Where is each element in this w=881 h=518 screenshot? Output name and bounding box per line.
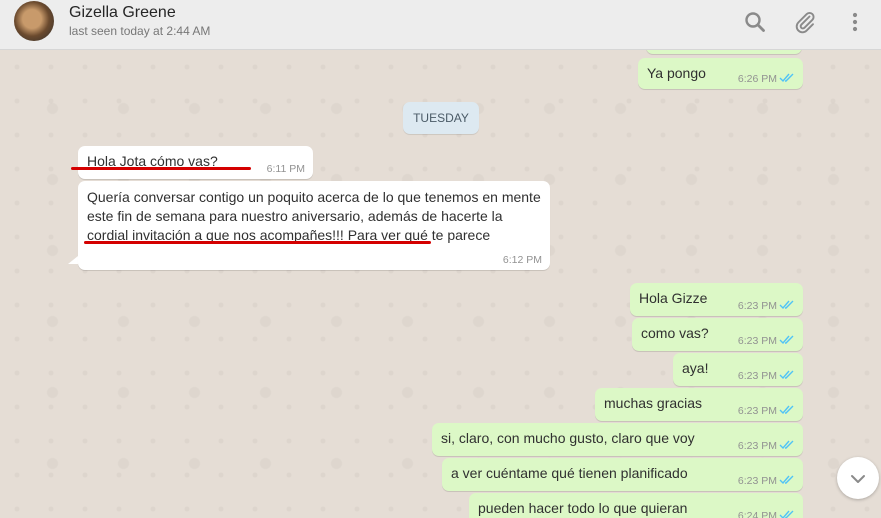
chevron-down-icon — [851, 475, 865, 483]
contact-name[interactable]: Gizella Greene — [69, 4, 176, 22]
message-text: pueden hacer todo lo que quieran — [478, 500, 688, 516]
read-ticks-icon — [779, 73, 794, 83]
message-bubble-incoming[interactable]: Hola Jota cómo vas? 6:11 PM — [78, 146, 313, 179]
chat-header: Gizella Greene last seen today at 2:44 A… — [0, 0, 881, 50]
message-time: 6:12 PM — [502, 254, 542, 266]
message-text: a ver cuéntame qué tienen planificado — [451, 465, 688, 481]
message-bubble-outgoing[interactable]: muchas gracias 6:23 PM — [595, 388, 803, 421]
date-divider: TUESDAY — [403, 102, 479, 134]
message-bubble-outgoing[interactable]: si, claro, con mucho gusto, claro que vo… — [432, 423, 803, 456]
message-bubble-outgoing[interactable]: Hola Gizze 6:23 PM — [630, 283, 803, 316]
message-text: muchas gracias — [604, 395, 703, 411]
avatar[interactable] — [14, 1, 54, 41]
message-bubble-incoming[interactable]: Quería conversar contigo un poquito acer… — [78, 181, 550, 270]
search-icon[interactable] — [743, 10, 767, 34]
read-ticks-icon — [779, 335, 794, 345]
message-bubble-outgoing[interactable]: como vas? 6:23 PM — [632, 318, 803, 351]
message-time: 6:23 PM — [737, 405, 777, 417]
read-ticks-icon — [779, 440, 794, 450]
last-seen-status: last seen today at 2:44 AM — [69, 24, 211, 38]
annotation-underline — [84, 241, 431, 244]
message-bubble-outgoing[interactable]: aya! 6:23 PM — [673, 353, 803, 386]
annotation-underline — [71, 167, 251, 170]
message-text: aya! — [682, 360, 709, 376]
message-time: 6:23 PM — [737, 370, 777, 382]
message-time: 6:26 PM — [737, 73, 777, 85]
read-ticks-icon — [779, 300, 794, 310]
message-time: 6:23 PM — [737, 335, 777, 347]
scroll-to-bottom-button[interactable] — [837, 457, 879, 499]
message-time: 6:23 PM — [737, 440, 777, 452]
bubble-tail — [68, 256, 78, 264]
message-time: 6:24 PM — [737, 510, 777, 518]
read-ticks-icon — [779, 370, 794, 380]
message-bubble-outgoing[interactable]: pueden hacer todo lo que quieran 6:24 PM — [469, 493, 803, 518]
message-pane[interactable]: Ya pongo 6:26 PM TUESDAY Hola Jota cómo … — [0, 50, 881, 518]
message-text: Ya pongo — [647, 65, 706, 81]
read-ticks-icon — [779, 510, 794, 518]
read-ticks-icon — [779, 405, 794, 415]
message-text: Hola Gizze — [639, 290, 708, 306]
attach-icon[interactable] — [793, 10, 817, 34]
message-bubble-outgoing[interactable]: a ver cuéntame qué tienen planificado 6:… — [442, 458, 803, 491]
message-bubble-outgoing[interactable]: Ya pongo 6:26 PM — [638, 58, 803, 89]
message-text: como vas? — [641, 325, 709, 341]
message-time: 6:11 PM — [266, 163, 305, 175]
message-bubble-partial — [646, 50, 802, 54]
message-time: 6:23 PM — [737, 475, 777, 487]
message-text: Quería conversar contigo un poquito acer… — [87, 189, 541, 243]
message-text: si, claro, con mucho gusto, claro que vo… — [441, 430, 695, 446]
menu-icon[interactable] — [843, 10, 867, 34]
message-time: 6:23 PM — [737, 300, 777, 312]
read-ticks-icon — [779, 475, 794, 485]
